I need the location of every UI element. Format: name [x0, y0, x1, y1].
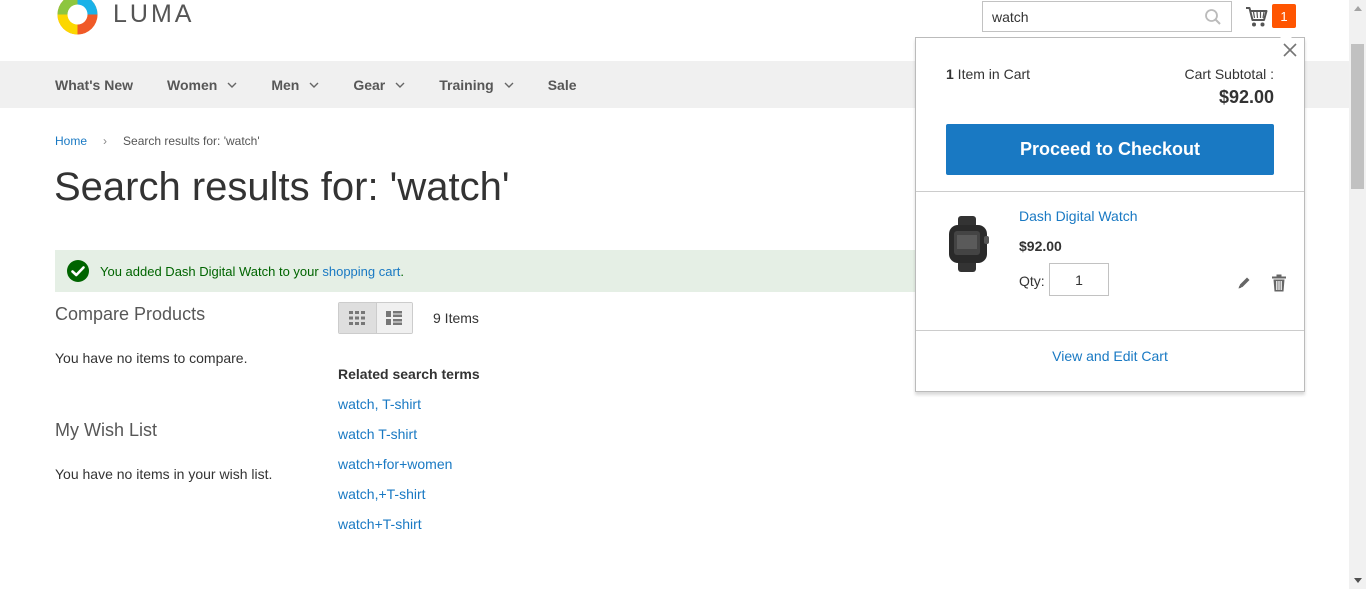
- related-search-terms-title: Related search terms: [338, 366, 480, 382]
- luma-logo-icon: [57, 0, 98, 35]
- nav-item-women[interactable]: Women: [167, 77, 237, 93]
- minicart-product-price: $92.00: [1019, 238, 1062, 254]
- minicart-qty-label: Qty:: [1019, 273, 1045, 289]
- nav-item-sale[interactable]: Sale: [548, 77, 577, 93]
- search-icon[interactable]: [1204, 8, 1222, 26]
- page-title: Search results for: 'watch': [54, 165, 510, 209]
- nav-item-label: Men: [271, 76, 300, 93]
- related-search-term-link[interactable]: watch+T-shirt: [338, 516, 452, 546]
- compare-products-title: Compare Products: [55, 304, 206, 324]
- chevron-down-icon: [504, 82, 514, 88]
- minicart-qty-input[interactable]: [1049, 263, 1109, 296]
- message-suffix: .: [400, 263, 405, 279]
- compare-empty-text: You have no items to compare.: [55, 350, 248, 366]
- grid-icon: [349, 311, 366, 325]
- scrollbar-thumb[interactable]: [1351, 44, 1364, 189]
- message-text: You added Dash Digital Watch to your: [100, 263, 319, 279]
- trash-icon[interactable]: [1271, 274, 1287, 292]
- logo-text: LUMA: [113, 0, 195, 28]
- close-icon[interactable]: [1282, 42, 1298, 58]
- breadcrumb-separator-icon: ›: [103, 134, 108, 148]
- wishlist-title: My Wish List: [55, 420, 158, 440]
- search-box: [982, 1, 1232, 32]
- related-search-term-link[interactable]: watch+for+women: [338, 456, 452, 486]
- logo[interactable]: LUMA: [55, 0, 194, 37]
- shopping-cart-icon: [1246, 7, 1268, 27]
- nav-item-men[interactable]: Men: [271, 77, 319, 93]
- proceed-to-checkout-button[interactable]: Proceed to Checkout: [946, 124, 1274, 175]
- nav-item-label: Women: [167, 76, 218, 93]
- nav-item-what-s-new[interactable]: What's New: [55, 77, 133, 93]
- nav-item-label: What's New: [55, 76, 134, 93]
- breadcrumb: Home › Search results for: 'watch': [55, 134, 260, 148]
- grid-view-button[interactable]: [339, 303, 376, 333]
- divider: [916, 330, 1304, 331]
- related-search-term-link[interactable]: watch, T-shirt: [338, 396, 452, 426]
- list-icon: [386, 311, 403, 325]
- shopping-cart-link[interactable]: shopping cart: [322, 264, 400, 279]
- nav-item-label: Training: [439, 76, 494, 93]
- success-check-icon: [67, 260, 89, 282]
- success-message: You added Dash Digital Watch to your sho…: [55, 250, 925, 292]
- minicart-dropdown: 1 Item in Cart Cart Subtotal : $92.00 Pr…: [915, 32, 1305, 392]
- nav-item-label: Sale: [547, 76, 577, 93]
- chevron-down-icon: [395, 82, 405, 88]
- minicart-subtotal-amount: $92.00: [1218, 87, 1274, 107]
- related-search-terms-list: watch, T-shirt watch T-shirt watch+for+wom…: [338, 396, 452, 546]
- list-view-button[interactable]: [375, 303, 412, 333]
- minicart-subtotal-label: Cart Subtotal :: [1184, 66, 1275, 82]
- edit-pencil-icon[interactable]: [1236, 275, 1252, 291]
- divider: [916, 191, 1304, 192]
- minicart-product-name[interactable]: Dash Digital Watch: [1019, 208, 1138, 224]
- scroll-down-arrow-icon[interactable]: [1349, 572, 1366, 589]
- chevron-down-icon: [227, 82, 237, 88]
- related-search-term-link[interactable]: watch,+T-shirt: [338, 486, 452, 516]
- nav-item-gear[interactable]: Gear: [353, 77, 405, 93]
- cart-count-badge: 1: [1272, 4, 1296, 28]
- nav-item-training[interactable]: Training: [439, 76, 514, 93]
- chevron-down-icon: [309, 82, 319, 88]
- breadcrumb-home-link[interactable]: Home: [55, 134, 87, 148]
- scrollbar[interactable]: [1349, 0, 1366, 589]
- minicart-item-count: 1 Item in Cart: [946, 66, 1031, 82]
- view-and-edit-cart-link[interactable]: View and Edit Cart: [916, 348, 1304, 364]
- scroll-up-arrow-icon[interactable]: [1349, 0, 1366, 17]
- toolbar-item-count: 9 Items: [433, 310, 479, 326]
- related-search-term-link[interactable]: watch T-shirt: [338, 426, 452, 456]
- wishlist-empty-text: You have no items in your wish list.: [55, 466, 273, 482]
- nav-item-label: Gear: [353, 76, 386, 93]
- search-input[interactable]: [983, 2, 1193, 31]
- view-mode-switcher: [338, 302, 413, 334]
- breadcrumb-current: Search results for: 'watch': [123, 134, 260, 148]
- product-thumbnail[interactable]: [946, 216, 991, 272]
